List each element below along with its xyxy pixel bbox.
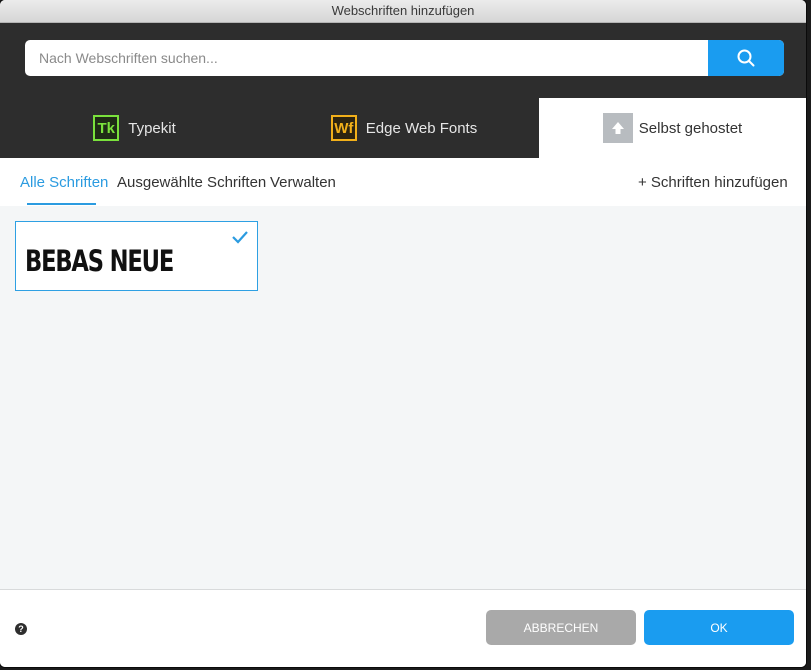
window-title: Webschriften hinzufügen xyxy=(0,0,806,23)
dialog-footer: ? ABBRECHEN OK xyxy=(0,589,806,667)
ok-button[interactable]: OK xyxy=(644,610,794,645)
upload-icon xyxy=(602,113,633,143)
font-filter-nav: Alle Schriften Ausgewählte Schriften Ver… xyxy=(0,158,806,206)
filter-all-fonts[interactable]: Alle Schriften xyxy=(20,174,108,192)
typekit-logo-icon: Tk xyxy=(93,115,120,141)
active-filter-underline xyxy=(27,203,96,205)
font-card-name: BEBAS NEUE xyxy=(25,244,174,278)
tab-typekit[interactable]: Tk Typekit xyxy=(0,98,269,158)
search-button[interactable] xyxy=(708,40,784,76)
search-bar xyxy=(25,40,784,76)
font-card-bebas-neue[interactable]: BEBAS NEUE xyxy=(15,221,258,291)
cancel-button[interactable]: ABBRECHEN xyxy=(486,610,636,645)
dialog-window: Webschriften hinzufügen Tk Typekit Wf Ed… xyxy=(0,0,806,667)
tab-self-hosted-label: Selbst gehostet xyxy=(638,119,743,137)
filter-selected-fonts[interactable]: Ausgewählte Schriften xyxy=(117,174,266,192)
help-icon[interactable]: ? xyxy=(15,623,27,635)
tab-edge-web-fonts[interactable]: Wf Edge Web Fonts xyxy=(269,98,539,158)
checkmark-icon xyxy=(232,231,248,244)
tab-self-hosted[interactable]: Selbst gehostet xyxy=(539,98,806,158)
add-fonts-link[interactable]: + Schriften hinzufügen xyxy=(638,174,788,192)
edge-web-fonts-logo-icon: Wf xyxy=(330,115,357,141)
font-list: BEBAS NEUE xyxy=(0,206,806,589)
search-input[interactable] xyxy=(25,40,708,76)
filter-manage[interactable]: Verwalten xyxy=(270,174,336,192)
search-icon xyxy=(737,49,755,67)
tab-typekit-label: Typekit xyxy=(128,119,176,137)
tab-edge-web-fonts-label: Edge Web Fonts xyxy=(365,119,478,137)
provider-header: Tk Typekit Wf Edge Web Fonts Selbst geho… xyxy=(0,23,806,158)
